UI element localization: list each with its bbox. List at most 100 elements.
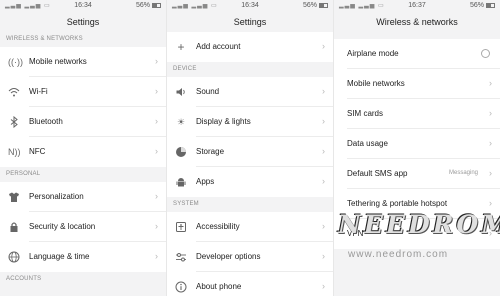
watermark-url: www.needrom.com [348,249,449,260]
section-header-accounts: ACCOUNTS [6,276,42,282]
page-title: Wireless & networks [376,17,458,27]
settings-item-about[interactable]: About phone › [167,272,333,296]
chevron-right-icon: › [322,146,325,156]
item-label: Storage [196,147,225,156]
chevron-right-icon: › [322,251,325,261]
chevron-right-icon: › [489,198,492,208]
plus-icon: + [177,40,185,54]
battery-icon [152,2,161,8]
item-label: NFC [29,147,46,156]
status-bar: ▂▃▅ ▂▃▅ ▭ 16:37 56% [334,0,500,13]
battery-icon [319,2,328,8]
chevron-right-icon: › [322,221,325,231]
section-header-system: SYSTEM [173,201,199,207]
chevron-right-icon: › [322,176,325,186]
battery-percent: 56% [135,2,150,9]
item-label: Airplane mode [347,49,399,58]
settings-item-security[interactable]: Security & location › [0,212,166,242]
speaker-icon [175,86,187,98]
chevron-right-icon: › [155,221,158,231]
item-label: Wi-Fi [29,87,48,96]
settings-item-data-usage[interactable]: Data usage › [334,129,500,159]
lock-icon [8,221,20,233]
chevron-right-icon: › [155,116,158,126]
globe-icon [8,251,20,263]
chevron-right-icon: › [489,138,492,148]
item-label: Tethering & portable hotspot [347,199,448,208]
brightness-icon: ☀ [176,117,186,127]
nfc-icon: N)) [8,147,21,157]
chevron-right-icon: › [489,78,492,88]
chevron-right-icon: › [155,86,158,96]
settings-panel-continued: ▂▃▅ ▂▃▅ ▭ 16:34 56% Settings + Add accou… [167,0,333,296]
item-label: Apps [196,177,215,186]
settings-item-storage[interactable]: Storage › [167,137,333,167]
info-icon [175,281,187,293]
battery-indicator: 56% [470,2,495,9]
android-icon [175,176,187,188]
settings-item-apps[interactable]: Apps › [167,167,333,197]
chevron-right-icon: › [155,146,158,156]
item-label: Accessibility [196,222,240,231]
item-label: Bluetooth [29,117,63,126]
battery-indicator: 56% [136,2,161,9]
shirt-icon [8,191,20,203]
sliders-icon [175,251,187,263]
battery-indicator: 56% [303,2,328,9]
settings-item-sim-cards[interactable]: SIM cards › [334,99,500,129]
airplane-mode-toggle[interactable] [481,49,490,58]
item-label: Add account [196,42,241,51]
chevron-right-icon: › [155,191,158,201]
status-bar: ▂▃▅ ▂▃▅ ▭ 16:34 56% [167,0,333,13]
watermark-logo: NEEDROM [338,210,500,239]
item-label: About phone [196,282,242,291]
storage-icon [175,146,187,158]
settings-item-sound[interactable]: Sound › [167,77,333,107]
section-header-device: DEVICE [173,66,197,72]
top-spacer [334,32,500,39]
item-label: Security & location [29,222,96,231]
settings-item-mobile-networks[interactable]: ((·)) Mobile networks › [0,47,166,77]
settings-item-display[interactable]: ☀ Display & lights › [167,107,333,137]
page-title: Settings [66,17,100,27]
chevron-right-icon: › [322,116,325,126]
cellular-icon: ((·)) [8,57,23,67]
battery-percent: 56% [469,2,484,9]
settings-item-developer[interactable]: Developer options › [167,242,333,272]
settings-item-airplane-mode[interactable]: Airplane mode [334,39,500,69]
settings-panel-main: ▂▃▅ ▂▃▅ ▭ 16:34 56% Settings WIRELESS & … [0,0,166,296]
battery-percent: 56% [302,2,317,9]
page-title: Settings [233,17,267,27]
settings-item-personalization[interactable]: Personalization › [0,182,166,212]
item-label: Developer options [196,252,261,261]
item-label: Personalization [29,192,84,201]
settings-item-accessibility[interactable]: Accessibility › [167,212,333,242]
settings-item-default-sms[interactable]: Default SMS app Messaging › [334,159,500,189]
battery-icon [486,2,495,8]
item-label: Mobile networks [29,57,87,66]
accessibility-icon [175,221,187,233]
settings-item-language[interactable]: Language & time › [0,242,166,272]
item-label: Default SMS app [347,169,408,178]
item-label: Display & lights [196,117,251,126]
status-bar: ▂▃▅ ▂▃▅ ▭ 16:34 56% [0,0,166,13]
chevron-right-icon: › [155,56,158,66]
item-label: Language & time [29,252,90,261]
chevron-right-icon: › [322,86,325,96]
chevron-right-icon: › [155,251,158,261]
settings-item-bluetooth[interactable]: Bluetooth › [0,107,166,137]
item-label: Sound [196,87,220,96]
chevron-right-icon: › [322,41,325,51]
item-label: SIM cards [347,109,384,118]
settings-item-add-account[interactable]: + Add account › [167,32,333,62]
section-header-wireless: WIRELESS & NETWORKS [6,36,83,42]
settings-item-wifi[interactable]: Wi-Fi › [0,77,166,107]
default-sms-value: Messaging [448,170,478,176]
item-label: Data usage [347,139,388,148]
chevron-right-icon: › [322,281,325,291]
wifi-icon [8,86,20,98]
settings-item-nfc[interactable]: N)) NFC › [0,137,166,167]
bluetooth-icon [8,115,20,129]
section-header-personal: PERSONAL [6,171,41,177]
settings-item-mobile-networks[interactable]: Mobile networks › [334,69,500,99]
